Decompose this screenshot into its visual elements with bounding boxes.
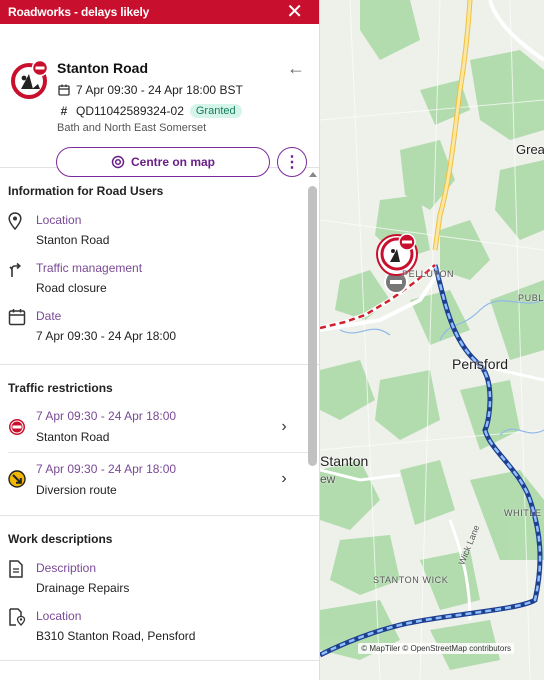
info-item-traffic-management: Traffic management Road closure [8,256,312,304]
permit-reference: QD11042589324-02 [76,104,184,118]
calendar-icon [8,304,36,326]
centre-on-map-label: Centre on map [130,155,215,169]
roadworks-panel: Roadworks - delays likely ✕ Stanton Road… [0,0,320,680]
scrollbar-thumb[interactable] [308,186,317,466]
chevron-right-icon: › [281,417,287,435]
info-item-date: Date 7 Apr 09:30 - 24 Apr 18:00 [8,304,312,360]
section-title-restrictions: Traffic restrictions [8,381,113,395]
location-pin-icon [8,208,36,230]
info-label: Location [36,213,82,227]
road-users-section: Information for Road Users Location Stan… [0,168,319,365]
restriction-date: 7 Apr 09:30 - 24 Apr 18:00 [36,409,177,423]
work-value: Drainage Repairs [36,581,130,595]
info-label: Traffic management [36,261,143,275]
panel-header-title: Roadworks - delays likely [8,5,150,19]
info-label: Date [36,309,62,323]
no-entry-icon [8,418,36,436]
work-item-location: Location B310 Stanton Road, Pensford [8,604,312,652]
info-value: 7 Apr 09:30 - 24 Apr 18:00 [36,329,177,343]
road-name: Stanton Road [57,60,148,76]
map-label-pensford: Pensford [452,356,509,372]
map-label-stanton: Stanton [320,453,369,469]
info-item-location: Location Stanton Road [8,208,312,256]
summary-reference-row: # QD11042589324-02 Granted [57,104,242,118]
target-icon [111,155,125,169]
panel-header: Roadworks - delays likely ✕ [0,0,319,24]
diversion-icon [8,470,36,488]
hash-icon: # [60,104,68,118]
map-label-stanton-wick: STANTON WICK [373,575,449,585]
traffic-restrictions-section: Traffic restrictions 7 Apr 09:30 - 24 Ap… [0,365,319,516]
map-label-publi: PUBLI [518,293,544,303]
section-title-works: Work descriptions [8,532,113,546]
restriction-value: Diversion route [36,482,117,497]
work-value: B310 Stanton Road, Pensford [36,629,196,643]
restriction-date: 7 Apr 09:30 - 24 Apr 18:00 [36,461,177,476]
map-label-whitle: WHITLE [504,508,542,518]
council-name: Bath and North East Somerset [57,122,207,134]
section-title-road-users: Information for Road Users [8,184,164,198]
arrow-left-icon[interactable]: ← [287,58,305,79]
document-location-icon [8,604,36,626]
map-attribution[interactable]: © MapTiler © OpenStreetMap contributors [358,643,514,654]
restriction-value: Stanton Road [36,430,110,444]
calendar-icon [57,84,71,96]
summary-date-range: 7 Apr 09:30 - 24 Apr 18:00 BST [76,83,243,97]
close-icon[interactable]: ✕ [286,2,303,22]
status-badge: Granted [189,104,242,118]
scrollbar[interactable] [307,172,318,468]
map-view[interactable]: Great PELLUTON PUBLI Pensford Stanton ew… [320,0,544,680]
details-scroll-area[interactable]: Information for Road Users Location Stan… [0,168,319,680]
map-label-ew: ew [320,472,336,486]
work-item-description: Description Drainage Repairs [8,556,312,604]
scroll-up-arrow-icon[interactable] [309,172,317,177]
summary-date-row: 7 Apr 09:30 - 24 Apr 18:00 BST [57,83,243,97]
work-label: Description [36,561,97,575]
restriction-item-closure[interactable]: 7 Apr 09:30 - 24 Apr 18:00 Stanton Road … [8,401,312,453]
info-value: Stanton Road [36,233,110,247]
roadworks-sign-icon [11,60,49,99]
document-icon [8,556,36,578]
map-label-pelluton: PELLUTON [402,269,455,279]
work-descriptions-section: Work descriptions Description Drainage R… [0,516,319,661]
work-label: Location [36,609,82,623]
map-label-great: Great [516,142,544,157]
works-summary: Stanton Road ← 7 Apr 09:30 - 24 Apr 18:0… [0,24,319,177]
info-value: Road closure [36,281,107,295]
chevron-right-icon: › [281,470,287,487]
restriction-item-diversion[interactable]: 7 Apr 09:30 - 24 Apr 18:00 Diversion rou… [8,453,312,505]
traffic-management-icon [8,256,36,278]
